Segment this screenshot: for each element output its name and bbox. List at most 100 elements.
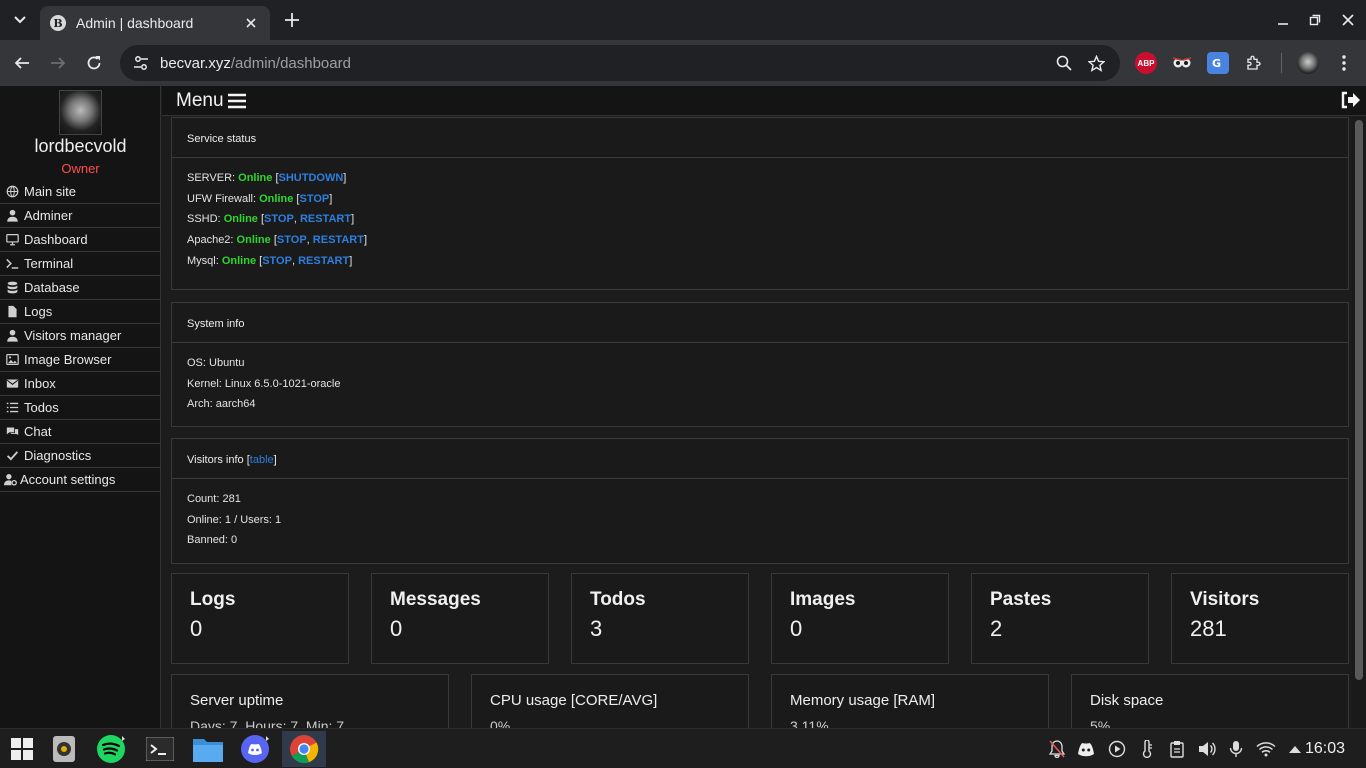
reload-button[interactable] — [80, 49, 108, 77]
avatar — [59, 90, 102, 135]
taskbar-chrome[interactable] — [282, 731, 326, 767]
os-taskbar: 16:03 — [0, 728, 1366, 768]
logout-button[interactable] — [1340, 91, 1360, 109]
stop-mysql-link[interactable]: STOP — [262, 255, 292, 267]
eyes-extension-icon — [1172, 57, 1192, 68]
visitors-table-link[interactable]: table — [250, 454, 274, 466]
sidebar-item-account-settings[interactable]: Account settings — [0, 468, 161, 492]
sidebar: lordbecvold Owner Main site Adminer Dash… — [0, 86, 161, 728]
taskbar-terminal[interactable] — [138, 731, 182, 767]
stat-card-todos[interactable]: Todos 3 — [571, 573, 749, 664]
bootstrap-favicon-icon: B — [50, 15, 66, 31]
page-scrollbar[interactable] — [1352, 116, 1366, 728]
eyes-extension-button[interactable] — [1171, 52, 1193, 74]
zoom-icon — [1056, 55, 1072, 71]
close-tab-button[interactable] — [242, 14, 260, 32]
sidebar-item-main-site[interactable]: Main site — [0, 180, 161, 204]
sidebar-item-visitors-manager[interactable]: Visitors manager — [0, 324, 161, 348]
discord-tray[interactable] — [1076, 739, 1096, 759]
shutdown-server-link[interactable]: SHUTDOWN — [279, 172, 344, 184]
stop-apache-link[interactable]: STOP — [277, 234, 307, 246]
sidebar-item-label: Database — [24, 280, 80, 295]
address-bar[interactable]: becvar.xyz/admin/dashboard — [120, 45, 1120, 81]
taskbar-spotify[interactable] — [90, 731, 134, 767]
arrow-left-icon — [14, 57, 29, 69]
thermometer-icon — [1142, 740, 1152, 758]
sidebar-item-inbox[interactable]: Inbox — [0, 372, 161, 396]
profile-avatar-button[interactable] — [1297, 52, 1319, 74]
minimize-window-button[interactable] — [1271, 8, 1295, 32]
wifi-tray[interactable] — [1256, 739, 1276, 759]
taskbar-clock[interactable]: 16:03 — [1305, 740, 1345, 758]
service-status-panel: Service status SERVER: Online [SHUTDOWN]… — [171, 117, 1349, 290]
restart-apache-link[interactable]: RESTART — [313, 234, 364, 246]
stat-card-pastes[interactable]: Pastes 2 — [971, 573, 1149, 664]
stop-ufw-link[interactable]: STOP — [299, 193, 329, 205]
extensions-menu-button[interactable] — [1243, 52, 1265, 74]
visitors-count: Count: 281 — [187, 493, 241, 505]
tray-expand-button[interactable] — [1285, 739, 1305, 759]
top-bar: Menu — [162, 86, 1366, 116]
forward-button[interactable] — [44, 49, 72, 77]
back-button[interactable] — [8, 49, 36, 77]
sidebar-item-terminal[interactable]: Terminal — [0, 252, 161, 276]
image-icon — [6, 354, 19, 365]
visitors-info-title: Visitors info — [187, 454, 244, 466]
scrollbar-thumb[interactable] — [1355, 120, 1363, 680]
terminal-app-icon — [146, 737, 174, 761]
sidebar-item-chat[interactable]: Chat — [0, 420, 161, 444]
chevron-up-icon — [1289, 746, 1301, 753]
menu-label: Menu — [176, 90, 224, 111]
sidebar-item-diagnostics[interactable]: Diagnostics — [0, 444, 161, 468]
media-player-tray[interactable] — [1107, 739, 1127, 759]
user-role: Owner — [61, 161, 100, 176]
service-name: UFW Firewall: — [187, 192, 257, 205]
service-status: Online — [236, 234, 271, 247]
microphone-tray[interactable] — [1226, 739, 1246, 759]
service-status: Online — [238, 172, 273, 184]
browser-tab-active[interactable]: B Admin | dashboard — [40, 6, 270, 40]
translate-icon: G — [1212, 57, 1221, 70]
clipboard-tray[interactable] — [1167, 739, 1187, 759]
sidebar-item-todos[interactable]: Todos — [0, 396, 161, 420]
zoom-button[interactable] — [1054, 53, 1074, 73]
stat-card-images[interactable]: Images 0 — [771, 573, 949, 664]
site-info-icon[interactable] — [132, 54, 152, 72]
restart-mysql-link[interactable]: RESTART — [298, 255, 349, 267]
stat-card-messages[interactable]: Messages 0 — [371, 573, 549, 664]
tab-search-button[interactable] — [6, 6, 34, 34]
service-status: Online — [221, 254, 257, 267]
bookmark-button[interactable] — [1086, 53, 1106, 73]
sidebar-item-label: Visitors manager — [24, 328, 122, 343]
arrow-right-icon — [51, 57, 66, 69]
taskbar-rhythmbox[interactable] — [42, 731, 86, 767]
notifications-off-tray[interactable] — [1047, 739, 1067, 759]
chrome-icon — [290, 735, 319, 764]
volume-tray[interactable] — [1197, 739, 1217, 759]
sidebar-item-logs[interactable]: Logs — [0, 300, 161, 324]
discord-icon — [241, 735, 269, 763]
sidebar-item-adminer[interactable]: Adminer — [0, 204, 161, 228]
sidebar-item-database[interactable]: Database — [0, 276, 161, 300]
restart-sshd-link[interactable]: RESTART — [300, 213, 351, 225]
menu-toggle-button[interactable]: Menu — [176, 90, 246, 112]
adblock-extension-button[interactable]: ABP — [1135, 52, 1157, 74]
taskbar-files[interactable] — [186, 731, 230, 767]
service-row-apache: Apache2: Online [STOP, RESTART] — [187, 234, 367, 247]
temperature-tray[interactable] — [1137, 739, 1157, 759]
google-translate-extension-button[interactable]: G — [1207, 52, 1229, 74]
new-tab-button[interactable] — [280, 8, 304, 32]
url-path: /admin/dashboard — [230, 54, 351, 72]
sidebar-item-image-browser[interactable]: Image Browser — [0, 348, 161, 372]
app-launcher-button[interactable] — [0, 731, 44, 767]
folder-icon — [193, 739, 223, 762]
sidebar-item-dashboard[interactable]: Dashboard — [0, 228, 161, 252]
taskbar-discord[interactable] — [234, 731, 278, 767]
card-title: CPU usage [CORE/AVG] — [490, 692, 658, 709]
chrome-menu-button[interactable] — [1333, 52, 1355, 74]
stat-card-visitors[interactable]: Visitors 281 — [1171, 573, 1349, 664]
close-window-button[interactable] — [1336, 8, 1360, 32]
stop-sshd-link[interactable]: STOP — [264, 213, 294, 225]
maximize-window-button[interactable] — [1303, 8, 1327, 32]
stat-card-logs[interactable]: Logs 0 — [171, 573, 349, 664]
